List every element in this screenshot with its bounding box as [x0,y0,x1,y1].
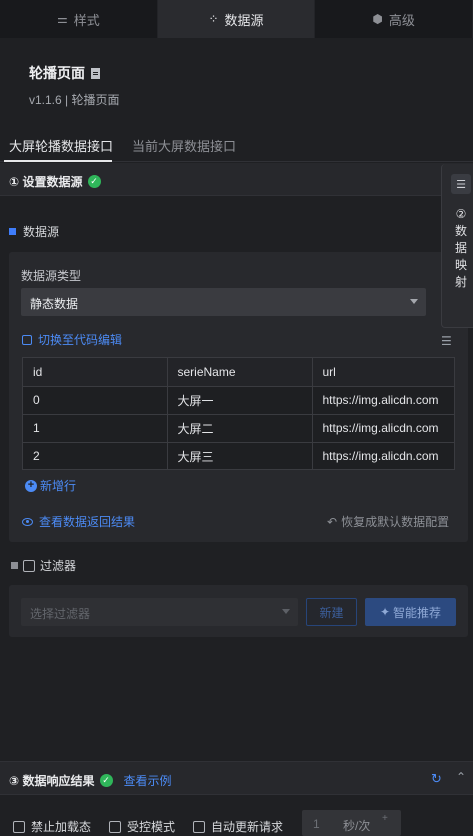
datasource-subtabs: 大屏轮播数据接口 当前大屏数据接口 [0,129,473,162]
sparkle-icon: ✦ [379,605,391,619]
table-cell[interactable]: 1 [23,414,168,443]
auto-update-checkbox[interactable] [193,820,205,833]
column-header-url: url [312,358,454,387]
table-row: 0 大屏一 https://img.alicdn.com [23,386,454,415]
disable-loading-checkbox[interactable] [13,820,25,833]
section-title-text: ① 设置数据源 [9,175,83,189]
undo-icon: ↶ [327,514,338,529]
add-row-text: 新增行 [40,479,77,493]
component-version: v1.1.6 | 轮播页面 [29,93,120,107]
chevron-down-icon [410,299,418,304]
disable-loading-label: 禁止加载态 [31,820,92,834]
add-row-button[interactable]: + 新增行 [25,477,76,494]
check-circle-icon: ✓ [99,774,113,787]
table-cell[interactable]: https://img.alicdn.com [312,442,454,469]
response-options: 禁止加载态 受控模式 自动更新请求 [0,810,473,836]
column-header-seriename: serieName [167,358,313,387]
section-title: ① 设置数据源 ✓ [9,173,101,190]
smart-recommend-button[interactable]: ✦ 智能推荐 [365,598,456,626]
filter-toggle[interactable]: 过滤器 [11,557,76,574]
table-cell[interactable]: 大屏二 [167,414,313,443]
restore-default-text: 恢复成默认数据配置 [341,515,450,529]
disable-loading-option[interactable]: 禁止加载态 [13,818,91,835]
table-cell[interactable]: 0 [23,386,168,415]
component-title-text: 轮播页面 [29,65,85,81]
chevron-down-icon [282,609,290,614]
table-row: 1 大屏二 https://img.alicdn.com [23,414,454,443]
tab-style-label: 样式 [73,12,100,28]
controlled-mode-checkbox[interactable] [109,820,121,833]
plus-circle-icon: + [25,479,37,492]
tab-advanced-label: 高级 [388,12,415,28]
tab-datasource[interactable]: ⁘ 数据源 [157,0,316,38]
interval-input[interactable]: 1 秒/次 + [302,810,401,836]
controlled-mode-option[interactable]: 受控模式 [109,818,175,835]
section-datasource-header[interactable]: ① 设置数据源 ✓ [0,163,473,196]
section-title: ③ 数据响应结果 ✓ 查看示例 [9,772,172,789]
table-cell[interactable]: https://img.alicdn.com [312,386,454,415]
eye-icon [22,517,33,526]
view-result-text: 查看数据返回结果 [39,515,136,529]
section-response-header[interactable]: ③ 数据响应结果 ✓ 查看示例 ↻ ⌃ [0,761,473,795]
datasource-label-text: 数据源 [23,225,60,239]
controlled-mode-label: 受控模式 [127,820,176,834]
auto-update-label: 自动更新请求 [211,820,284,834]
datasource-type-label: 数据源类型 [21,269,82,283]
square-marker-icon [9,228,16,235]
top-tabs: ⚌ 样式 ⁘ 数据源 ⬢ 高级 [0,0,473,38]
filter-select[interactable]: 选择过滤器 [21,598,298,626]
sliders-icon: ⚌ [56,12,68,26]
document-icon[interactable] [91,67,100,79]
subtab-active-indicator [4,160,112,162]
static-data-table: id serieName url 0 大屏一 https://img.alicd… [22,357,455,470]
mapping-side-panel[interactable]: ☰ ② 数据映射 [441,164,473,328]
data-mapping-label[interactable]: ② 数据映射 [454,206,468,291]
stepper-icon[interactable]: + [382,813,388,824]
switch-code-text: 切换至代码编辑 [38,333,123,347]
auto-update-option[interactable]: 自动更新请求 [193,818,283,835]
section-title-text: ③ 数据响应结果 [9,774,95,788]
table-row: 2 大屏三 https://img.alicdn.com [23,442,454,469]
table-cell[interactable]: https://img.alicdn.com [312,414,454,443]
column-header-id: id [23,358,168,387]
collapse-up-icon[interactable]: ⌃ [456,770,466,784]
code-icon [22,334,32,345]
check-circle-icon: ✓ [87,175,101,188]
datasource-type-select[interactable]: 静态数据 [21,288,426,316]
table-header-row: id serieName url [23,358,454,387]
switch-code-link[interactable]: 切换至代码编辑 [22,331,122,348]
filter-checkbox[interactable] [23,559,35,572]
component-title: 轮播页面 [29,63,100,83]
square-marker-icon [11,562,18,569]
filter-select-placeholder: 选择过滤器 [30,607,91,621]
view-result-link[interactable]: 查看数据返回结果 [22,513,135,530]
table-cell[interactable]: 2 [23,442,168,469]
panel-toggle-icon[interactable]: ☰ [451,174,471,194]
tab-datasource-label: 数据源 [224,12,264,28]
collapse-list-icon[interactable]: ☰ [441,334,452,348]
view-example-link[interactable]: 查看示例 [124,772,172,789]
table-cell[interactable]: 大屏三 [167,442,313,469]
tab-style[interactable]: ⚌ 样式 [0,0,158,38]
subtab-carousel-api[interactable]: 大屏轮播数据接口 [9,136,113,155]
tab-advanced[interactable]: ⬢ 高级 [315,0,473,38]
interval-value[interactable]: 1 [313,817,320,831]
cube-icon: ⬢ [372,12,383,26]
refresh-icon[interactable]: ↻ [431,771,442,787]
datasource-label: 数据源 [9,223,59,240]
restore-default-link[interactable]: ↶ 恢复成默认数据配置 [327,513,449,530]
datasource-type-value: 静态数据 [30,297,79,311]
new-filter-button[interactable]: 新建 [306,598,357,626]
subtab-current-api[interactable]: 当前大屏数据接口 [132,136,236,155]
filter-label-text: 过滤器 [40,559,77,573]
table-cell[interactable]: 大屏一 [167,386,313,415]
interval-unit: 秒/次 [343,819,371,833]
smart-recommend-text: 智能推荐 [393,605,442,620]
grid-icon: ⁘ [208,12,219,26]
